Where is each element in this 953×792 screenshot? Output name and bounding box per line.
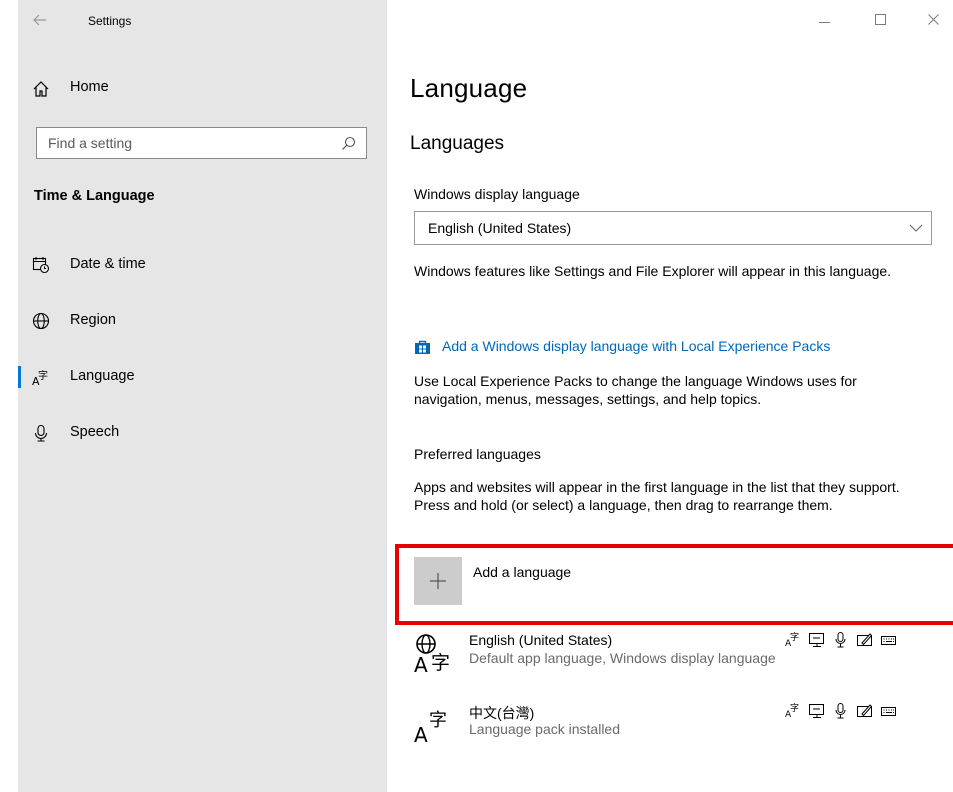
language-name: 中文(台灣) <box>469 705 535 721</box>
sidebar-item-speech[interactable]: Speech <box>18 413 387 453</box>
language-globe-icon: A字 <box>414 631 458 680</box>
active-indicator <box>18 366 21 388</box>
display-language-description: Windows features like Settings and File … <box>414 263 892 279</box>
sidebar-item-date-time[interactable]: Date & time <box>18 245 387 285</box>
sidebar: Settings Home Find a setting Time & Lang… <box>18 0 387 792</box>
highlight-box <box>395 544 953 625</box>
handwriting-icon <box>856 631 874 654</box>
language-icon: A字 <box>32 368 50 386</box>
search-input[interactable]: Find a setting <box>36 127 367 159</box>
sidebar-item-label: Region <box>70 312 116 328</box>
preferred-languages-description: Apps and websites will appear in the fir… <box>414 479 900 513</box>
language-item-chinese[interactable]: A字 中文(台灣) Language pack installed A字 <box>414 702 950 758</box>
page-title: Language <box>410 73 528 103</box>
preferred-languages-label: Preferred languages <box>414 446 541 462</box>
handwriting-icon <box>856 702 874 725</box>
display-language-label: Windows display language <box>414 186 580 202</box>
close-icon[interactable] <box>926 10 942 26</box>
minimize-icon[interactable] <box>817 10 833 26</box>
svg-text:字: 字 <box>38 369 48 382</box>
search-icon[interactable] <box>341 136 356 151</box>
speech-recognition-icon <box>832 631 850 654</box>
svg-text:字: 字 <box>431 652 450 674</box>
sidebar-item-label: Date & time <box>70 256 146 272</box>
language-description: Language pack installed <box>469 721 621 737</box>
home-icon <box>32 80 50 98</box>
calendar-clock-icon <box>32 256 50 274</box>
sidebar-item-region[interactable]: Region <box>18 301 387 341</box>
sidebar-item-home[interactable]: Home <box>18 70 387 106</box>
search-placeholder: Find a setting <box>48 135 133 151</box>
speech-recognition-icon <box>832 702 850 725</box>
sidebar-item-label: Speech <box>70 424 120 440</box>
store-bag-icon <box>414 339 431 355</box>
sidebar-item-label: Language <box>70 368 135 384</box>
keyboard-icon <box>880 631 898 654</box>
text-to-speech-icon <box>808 631 826 654</box>
section-subtitle: Languages <box>410 133 505 154</box>
language-item-english[interactable]: A字 English (United States) Default app l… <box>414 631 950 687</box>
local-experience-packs-description: Use Local Experience Packs to change the… <box>414 373 857 407</box>
app-title: Settings <box>88 14 132 28</box>
sidebar-item-language[interactable]: A字 Language <box>18 357 387 397</box>
svg-text:字: 字 <box>429 710 447 731</box>
svg-text:A: A <box>414 723 428 746</box>
display-language-dropdown[interactable]: English (United States) <box>414 211 932 245</box>
link-label: Add a Windows display language with Loca… <box>442 338 831 354</box>
back-arrow-icon[interactable] <box>32 12 48 28</box>
text-to-speech-icon <box>808 702 826 725</box>
svg-text:A: A <box>414 653 428 675</box>
globe-icon <box>32 312 50 330</box>
language-character-icon: A字 <box>414 702 458 751</box>
keyboard-icon <box>880 702 898 725</box>
dropdown-selected-value: English (United States) <box>428 220 572 236</box>
microphone-icon <box>32 424 50 442</box>
svg-text:字: 字 <box>790 702 799 714</box>
language-description: Default app language, Windows display la… <box>469 650 776 666</box>
display-language-icon: A字 <box>784 702 802 725</box>
section-title: Time & Language <box>34 188 155 204</box>
svg-text:字: 字 <box>790 631 799 643</box>
chevron-down-icon <box>909 223 923 233</box>
home-label: Home <box>70 79 109 95</box>
display-language-icon: A字 <box>784 631 802 654</box>
language-name: English (United States) <box>469 632 613 648</box>
maximize-icon[interactable] <box>873 10 889 26</box>
